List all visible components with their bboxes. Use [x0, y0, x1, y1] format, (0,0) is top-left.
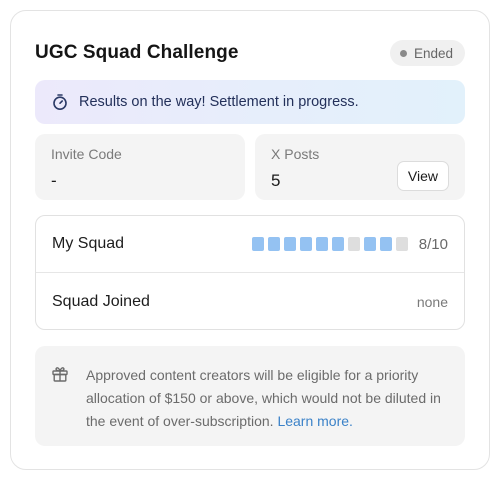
- card-title: UGC Squad Challenge: [35, 42, 239, 63]
- squad-progress: 8/10: [251, 235, 448, 253]
- squad-joined-row: Squad Joined none: [36, 273, 464, 330]
- allocation-info-text: Approved content creators will be eligib…: [86, 364, 452, 433]
- status-dot: [399, 49, 407, 57]
- card-header: UGC Squad Challenge Ended: [35, 39, 465, 67]
- squad-segment-filled: [251, 237, 264, 251]
- x-posts-label: X Posts: [271, 146, 320, 162]
- learn-more-link[interactable]: Learn more.: [277, 413, 352, 429]
- squad-segment-filled: [283, 237, 296, 251]
- squad-count: 8/10: [418, 235, 448, 253]
- invite-code-label: Invite Code: [51, 146, 122, 162]
- squad-segment-filled: [267, 237, 280, 251]
- squad-segment-filled: [299, 237, 312, 251]
- squad-joined-value: none: [416, 293, 448, 310]
- x-posts-panel: X Posts 5 View: [255, 134, 465, 200]
- allocation-info: Approved content creators will be eligib…: [35, 346, 465, 446]
- squad-challenge-card: UGC Squad Challenge Ended Results on the…: [10, 10, 490, 470]
- squad-segment-filled: [379, 237, 392, 251]
- squad-details: My Squad 8/10 Squad Joined none: [35, 215, 465, 330]
- invite-code-value: -: [51, 171, 57, 190]
- squad-segment-filled: [331, 237, 344, 251]
- squad-segment-empty: [395, 237, 408, 251]
- squad-progress-bar: [251, 237, 408, 251]
- squad-joined-label: Squad Joined: [52, 292, 150, 310]
- squad-segment-empty: [347, 237, 360, 251]
- stopwatch-icon: [51, 93, 69, 111]
- squad-segment-filled: [363, 237, 376, 251]
- squad-segment-filled: [315, 237, 328, 251]
- settlement-notice: Results on the way! Settlement in progre…: [35, 80, 465, 124]
- status-badge: Ended: [389, 40, 465, 66]
- status-badge-label: Ended: [413, 45, 453, 61]
- my-squad-label: My Squad: [52, 235, 125, 252]
- allocation-info-body: Approved content creators will be eligib…: [86, 367, 441, 429]
- invite-code-panel: Invite Code -: [35, 134, 245, 200]
- gift-icon: [51, 365, 69, 383]
- notice-text: Results on the way! Settlement in progre…: [79, 94, 359, 110]
- x-posts-value: 5: [271, 171, 281, 190]
- my-squad-row: My Squad 8/10: [36, 216, 464, 273]
- view-posts-button[interactable]: View: [396, 161, 449, 191]
